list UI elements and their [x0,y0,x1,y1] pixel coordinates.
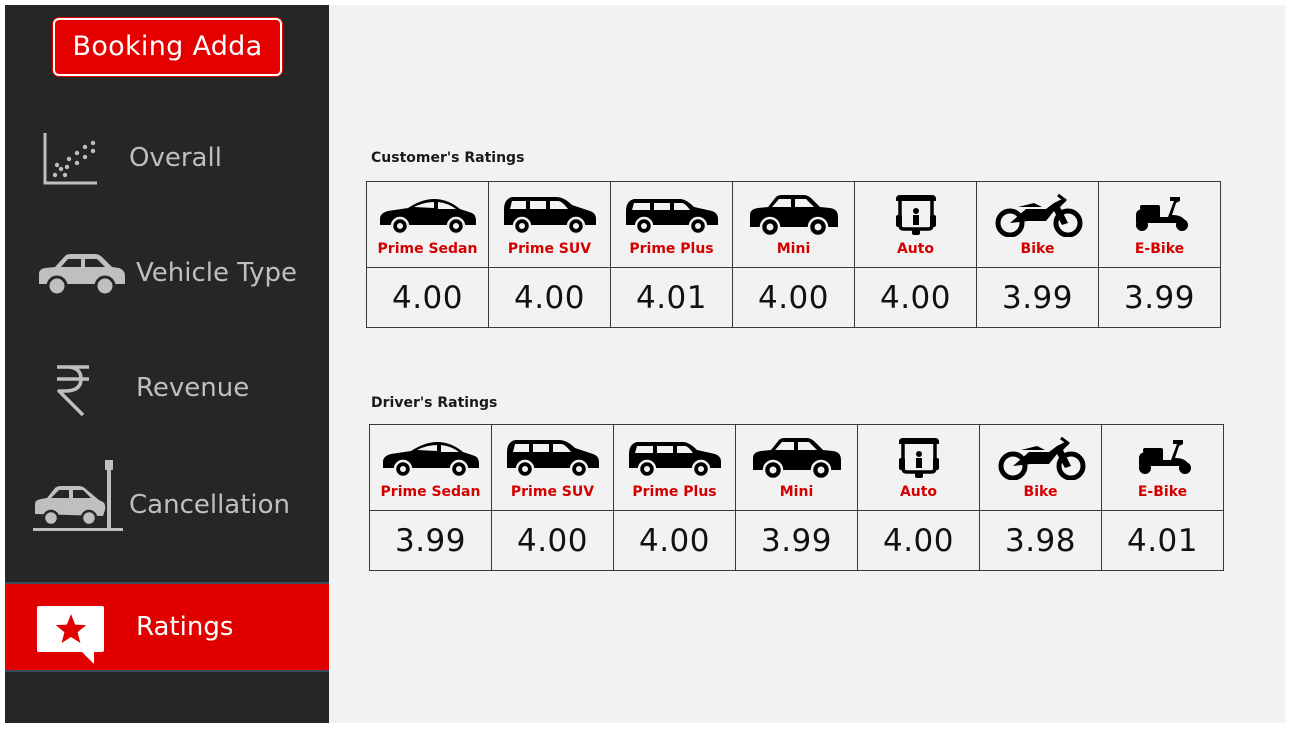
suv-icon [506,440,599,479]
customer-ratings-table: Prime Sedan Prime SUV Prime Plus Mini Au… [366,181,1221,328]
vehicle-cell: Prime Plus [613,424,736,511]
rating-value: 4.00 [516,522,589,559]
rating-value: 3.98 [1004,522,1077,559]
vehicle-label: Prime SUV [507,241,592,257]
rating-value: 4.00 [638,522,711,559]
rating-value: 4.00 [879,279,952,316]
rating-value: 4.00 [391,279,464,316]
sidebar-item-vehicle-type[interactable]: Vehicle Type [5,228,329,318]
sidebar-item-label: Revenue [136,373,250,403]
sedan-icon [382,442,479,479]
star-message-icon [37,606,104,664]
rating-value-cell: 4.00 [854,267,977,328]
vehicle-cell: Mini [735,424,858,511]
rating-value-cell: 3.99 [735,510,858,571]
rating-value: 3.99 [1001,279,1074,316]
vehicle-label: Prime Sedan [380,484,481,500]
rating-value: 4.00 [513,279,586,316]
motorbike-icon [995,193,1082,237]
sidebar-item-label: Vehicle Type [136,258,297,288]
rating-value-cell: 4.00 [857,510,980,571]
sidebar-item-revenue[interactable]: Revenue [5,343,329,433]
vehicle-label: Bike [1023,484,1058,500]
vehicle-cell: Bike [979,424,1102,511]
brand-logo: Booking Adda [53,18,282,76]
car-icon [39,254,125,297]
sidebar-item-label: Ratings [136,612,234,642]
rating-value-cell: 4.00 [488,267,611,328]
rating-value-cell: 4.00 [732,267,855,328]
rating-value: 3.99 [760,522,833,559]
vehicle-label: Bike [1020,241,1055,257]
vehicle-label: Auto [896,241,935,257]
sidebar-item-ratings[interactable]: Ratings [5,582,329,672]
rating-value-cell: 4.01 [1101,510,1224,571]
dashboard-frame: Booking Adda Overall Vehicle Type Revenu… [5,5,1285,723]
rating-value-cell: 4.00 [491,510,614,571]
vehicle-cell: Auto [854,181,977,268]
rating-value: 4.01 [635,279,708,316]
vehicle-label: E-Bike [1134,241,1185,257]
scooter-icon [1133,197,1190,233]
sidebar-item-overall[interactable]: Overall [5,113,329,203]
vehicle-cell: E-Bike [1101,424,1224,511]
sedan-icon [379,199,476,236]
hatchback-icon [628,442,721,479]
auto-rickshaw-icon [898,438,939,478]
sidebar-item-label: Overall [129,143,222,173]
scatter-chart-icon [43,133,97,185]
rating-value-cell: 4.00 [366,267,489,328]
vehicle-cell: Prime SUV [491,424,614,511]
mini-car-icon [749,195,838,237]
rating-value: 4.00 [882,522,955,559]
auto-rickshaw-icon [895,195,936,235]
rating-value-cell: 3.99 [1098,267,1221,328]
vehicle-label: Prime Sedan [377,241,478,257]
sidebar-item-cancellation[interactable]: Cancellation [5,460,329,550]
sidebar-item-label: Cancellation [129,490,291,520]
vehicle-cell: Prime SUV [488,181,611,268]
rating-value-cell: 3.98 [979,510,1102,571]
hatchback-icon [625,199,718,236]
car-crash-icon [33,460,123,531]
vehicle-cell: Prime Sedan [369,424,492,511]
vehicle-label: Auto [899,484,938,500]
rating-value: 3.99 [1123,279,1196,316]
scooter-icon [1136,440,1193,476]
rating-value: 3.99 [394,522,467,559]
vehicle-label: Prime SUV [510,484,595,500]
motorbike-icon [998,436,1085,480]
mini-car-icon [752,438,841,480]
vehicle-cell: Prime Plus [610,181,733,268]
vehicle-label: E-Bike [1137,484,1188,500]
vehicle-cell: Prime Sedan [366,181,489,268]
customer-ratings-title: Customer's Ratings [371,150,525,166]
suv-icon [503,197,596,236]
vehicle-cell: Auto [857,424,980,511]
vehicle-label: Mini [776,241,811,257]
rating-value: 4.00 [757,279,830,316]
vehicle-label: Mini [779,484,814,500]
vehicle-cell: Mini [732,181,855,268]
driver-ratings-table: Prime Sedan Prime SUV Prime Plus Mini Au… [369,424,1224,571]
rating-value-cell: 4.01 [610,267,733,328]
sidebar: Booking Adda Overall Vehicle Type Revenu… [5,5,329,723]
vehicle-cell: Bike [976,181,1099,268]
vehicle-label: Prime Plus [632,484,717,500]
rating-value-cell: 4.00 [613,510,736,571]
rating-value-cell: 3.99 [369,510,492,571]
rating-value: 4.01 [1126,522,1199,559]
vehicle-cell: E-Bike [1098,181,1221,268]
vehicle-label: Prime Plus [629,241,714,257]
driver-ratings-title: Driver's Ratings [371,395,498,411]
rating-value-cell: 3.99 [976,267,1099,328]
rupee-icon [57,365,89,417]
